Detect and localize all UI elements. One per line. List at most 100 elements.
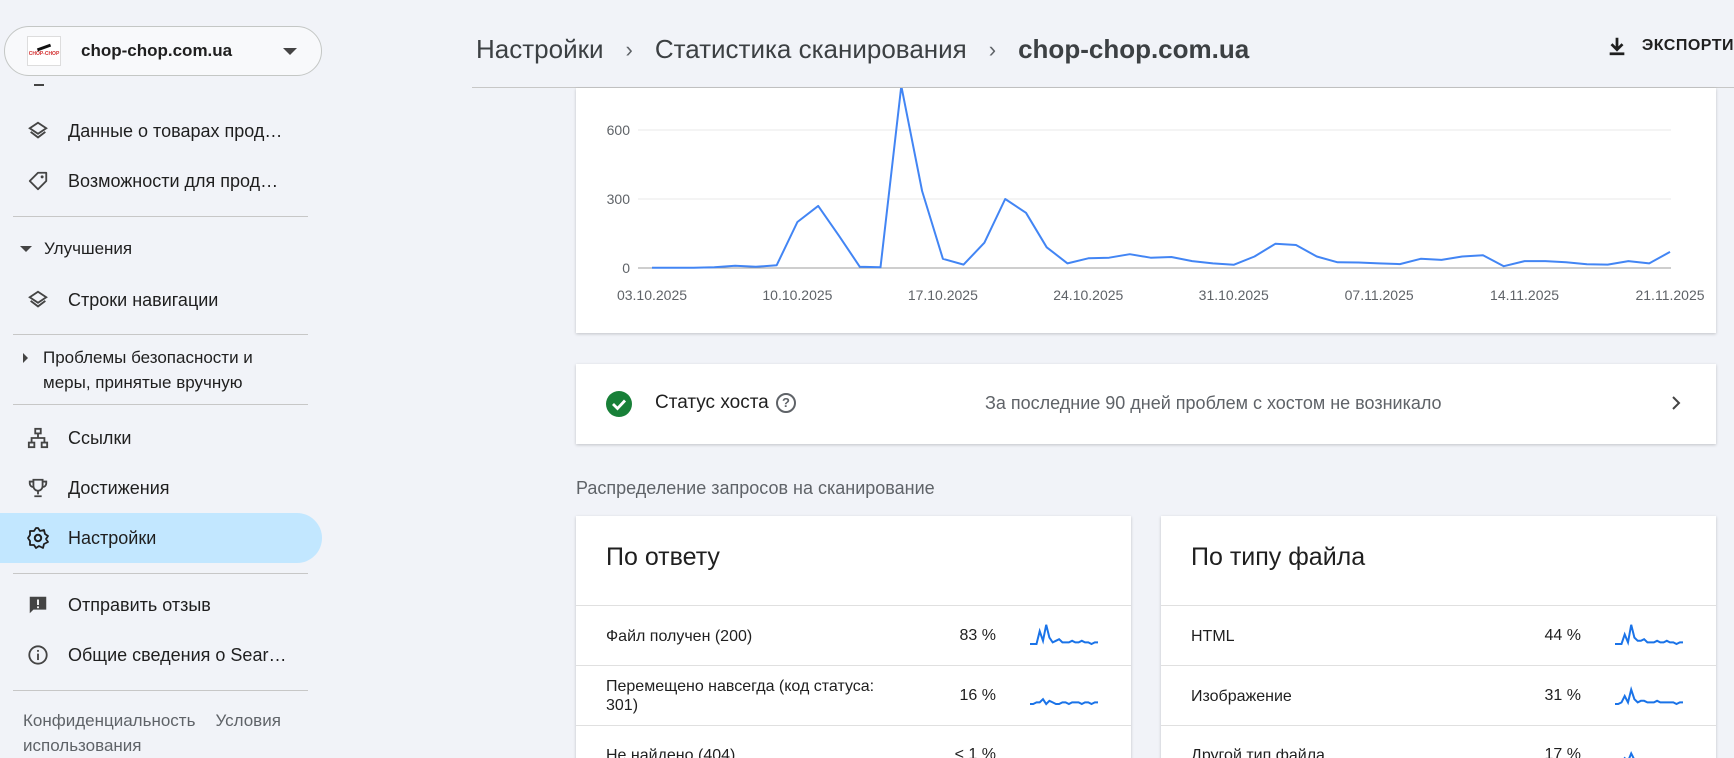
sidebar-item-label: Достижения bbox=[68, 477, 170, 498]
table-row[interactable]: Изображение 31 % bbox=[1161, 665, 1716, 725]
row-percent: 16 % bbox=[959, 687, 996, 704]
row-label: Другой тип файла bbox=[1191, 747, 1325, 758]
sidebar-item-settings[interactable]: Настройки bbox=[0, 513, 322, 563]
truncated-item bbox=[34, 80, 44, 86]
sidebar-item-label: Строки навигации bbox=[68, 289, 219, 310]
layers-icon bbox=[26, 288, 50, 312]
table-row[interactable]: Файл получен (200) 83 % bbox=[576, 605, 1131, 665]
breadcrumb-crawl-stats[interactable]: Статистика сканирования bbox=[655, 34, 967, 65]
row-percent: < 1 % bbox=[954, 746, 996, 758]
x-tick-label: 17.10.2025 bbox=[908, 287, 978, 303]
row-percent: 83 % bbox=[959, 627, 996, 644]
breadcrumb-settings[interactable]: Настройки bbox=[476, 34, 604, 65]
by-filetype-card: По типу файла HTML 44 % Изображение 31 %… bbox=[1161, 516, 1716, 758]
breadcrumb: Настройки › Статистика сканирования › ch… bbox=[476, 34, 1249, 65]
row-label: Изображение bbox=[1191, 688, 1292, 705]
sparkline bbox=[1030, 697, 1098, 706]
sidebar-item-label: Настройки bbox=[68, 527, 157, 548]
sparkline-series bbox=[1615, 686, 1683, 706]
by-response-card: По ответу Файл получен (200) 83 % Переме… bbox=[576, 516, 1131, 758]
table-row[interactable]: Не найдено (404) < 1 % bbox=[576, 725, 1131, 758]
y-tick-label: 300 bbox=[607, 191, 631, 207]
table-row[interactable]: HTML 44 % bbox=[1161, 605, 1716, 665]
sidebar-item-merchant-opportunities[interactable]: Возможности для прод… bbox=[0, 156, 322, 206]
x-tick-label: 14.11.2025 bbox=[1490, 287, 1559, 303]
series-line bbox=[652, 88, 1671, 269]
y-tick-label: 600 bbox=[607, 122, 631, 138]
row-label: HTML bbox=[1191, 628, 1235, 645]
sidebar-item-label: Данные о товарах прод… bbox=[68, 120, 283, 141]
export-button[interactable]: ЭКСПОРТИ bbox=[1606, 34, 1734, 58]
sidebar-item-achievements[interactable]: Достижения bbox=[0, 463, 322, 513]
chevron-right-icon: › bbox=[988, 36, 997, 62]
sparkline bbox=[1030, 624, 1098, 646]
layers-icon bbox=[26, 119, 50, 143]
download-icon bbox=[1609, 37, 1625, 56]
info-icon bbox=[26, 643, 50, 667]
x-tick-label: 31.10.2025 bbox=[1199, 287, 1269, 303]
export-label: ЭКСПОРТИ bbox=[1641, 37, 1734, 54]
divider bbox=[13, 573, 308, 574]
sidebar-item-merchant-data[interactable]: Данные о товарах прод… bbox=[0, 106, 322, 156]
sidebar-item-label: Отправить отзыв bbox=[68, 594, 211, 615]
divider bbox=[13, 690, 308, 691]
property-logo: CHOP-CHOP bbox=[27, 36, 61, 66]
divider bbox=[13, 216, 308, 217]
distribution-title: Распределение запросов на сканирование bbox=[576, 478, 935, 498]
sidebar-item-links[interactable]: Ссылки bbox=[0, 413, 322, 463]
row-percent: 44 % bbox=[1544, 627, 1581, 644]
sidebar-item-label: Возможности для прод… bbox=[68, 170, 279, 191]
sidebar: CHOP-CHOP chop-chop.com.ua Данные о това… bbox=[0, 0, 322, 758]
tag-icon bbox=[26, 169, 50, 193]
check-circle-icon bbox=[606, 391, 632, 417]
feedback-icon bbox=[26, 593, 50, 617]
sparkline bbox=[1030, 742, 1098, 758]
property-selector[interactable]: CHOP-CHOP chop-chop.com.ua bbox=[4, 26, 322, 76]
row-label: Перемещено навсегда (код статуса: 301) bbox=[606, 678, 875, 714]
section-improvements[interactable]: Улучшения bbox=[18, 239, 132, 259]
row-percent: 17 % bbox=[1544, 746, 1581, 758]
row-label: Не найдено (404) bbox=[606, 747, 736, 758]
chevron-right-icon: › bbox=[625, 36, 633, 62]
sparkline-series bbox=[1030, 697, 1098, 706]
host-status-message: За последние 90 дней проблем с хостом не… bbox=[985, 393, 1442, 413]
table-row[interactable]: Перемещено навсегда (код статуса: 301) 1… bbox=[576, 665, 1131, 725]
chevron-right-icon bbox=[1672, 396, 1681, 410]
property-name: chop-chop.com.ua bbox=[81, 41, 233, 60]
gear-icon bbox=[26, 526, 50, 550]
breadcrumb-current: chop-chop.com.ua bbox=[1018, 34, 1250, 64]
x-tick-label: 21.11.2025 bbox=[1635, 287, 1704, 303]
x-tick-label: 07.11.2025 bbox=[1345, 287, 1414, 303]
sitemap-icon bbox=[26, 426, 50, 450]
section-security[interactable]: Проблемы безопасности и меры, принятые в… bbox=[18, 345, 288, 395]
sidebar-item-label: Ссылки bbox=[68, 427, 132, 448]
divider bbox=[13, 404, 308, 405]
sparkline bbox=[1615, 686, 1683, 706]
host-status-title: Статус хоста bbox=[655, 392, 769, 413]
trophy-icon bbox=[26, 476, 50, 500]
x-tick-label: 24.10.2025 bbox=[1053, 287, 1123, 303]
caret-down-icon bbox=[283, 48, 297, 55]
sparkline bbox=[1615, 624, 1683, 646]
sidebar-item-breadcrumbs[interactable]: Строки навигации bbox=[0, 275, 322, 325]
sidebar-item-label: Общие сведения о Sear… bbox=[68, 644, 287, 665]
sparkline-series bbox=[1623, 750, 1635, 758]
privacy-link[interactable]: Конфиденциальность bbox=[23, 711, 195, 730]
x-tick-label: 10.10.2025 bbox=[762, 287, 832, 303]
card-title: По типу файла bbox=[1191, 543, 1366, 571]
sparkline-series bbox=[1030, 624, 1098, 646]
footer-links: Конфиденциальность Условия использования bbox=[23, 708, 313, 758]
sidebar-item-feedback[interactable]: Отправить отзыв bbox=[0, 580, 322, 630]
crawl-requests-chart: 0 300 600 03.10.2025 10.10.2025 17.10.2025 24.… bbox=[576, 88, 1716, 333]
table-row[interactable]: Другой тип файла 17 % bbox=[1161, 725, 1716, 758]
help-icon[interactable]: ? bbox=[776, 393, 796, 413]
row-label: Файл получен (200) bbox=[606, 628, 753, 645]
sparkline bbox=[1623, 750, 1635, 758]
caret-down-icon bbox=[20, 246, 32, 252]
divider bbox=[13, 334, 308, 335]
card-title: По ответу bbox=[606, 543, 720, 571]
x-tick-label: 03.10.2025 bbox=[617, 287, 687, 303]
host-status-card[interactable]: Статус хоста ? За последние 90 дней проб… bbox=[576, 364, 1716, 444]
sidebar-item-about[interactable]: Общие сведения о Sear… bbox=[0, 630, 322, 680]
row-percent: 31 % bbox=[1544, 687, 1581, 704]
